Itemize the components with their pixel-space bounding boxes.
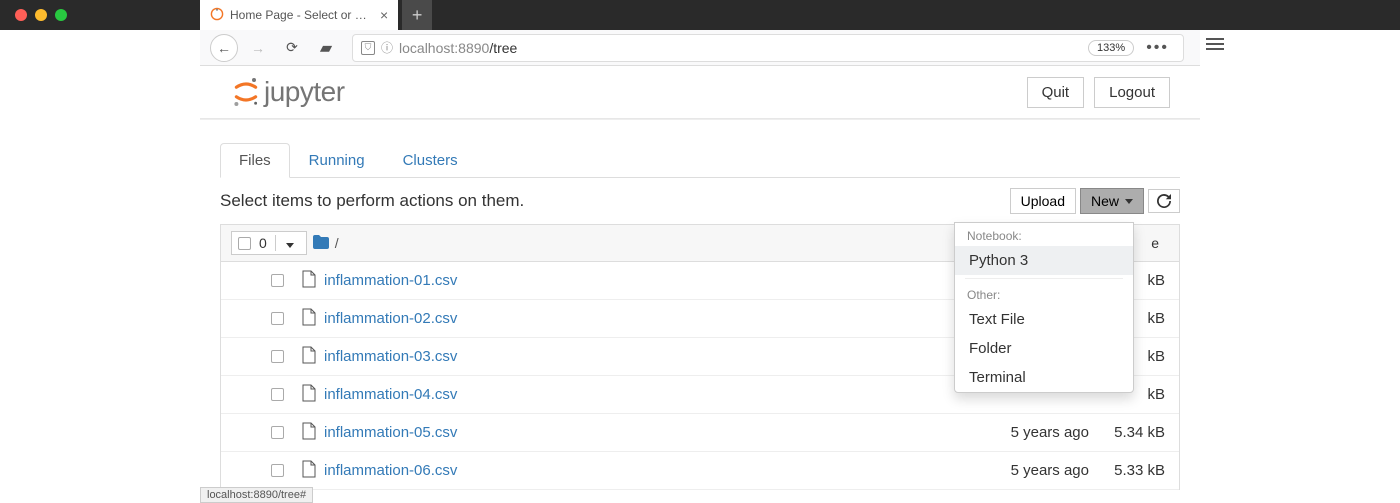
file-name-link[interactable]: inflammation-05.csv (324, 424, 969, 441)
back-button[interactable]: ← (210, 34, 238, 62)
file-icon (302, 308, 316, 329)
info-icon[interactable]: ⓘ (381, 39, 393, 56)
file-icon (302, 270, 316, 291)
jupyter-logo[interactable]: jupyter (230, 76, 345, 108)
address-bar[interactable]: ⛉ ⓘ localhost:8890/tree 133% ••• (352, 34, 1184, 62)
jupyter-favicon-icon (210, 7, 224, 24)
new-button[interactable]: New (1080, 188, 1144, 214)
jupyter-header: jupyter Quit Logout (200, 66, 1200, 119)
file-name-link[interactable]: inflammation-01.csv (324, 272, 969, 289)
file-size: 5.34 kB (1089, 424, 1169, 441)
new-button-label: New (1091, 193, 1119, 209)
jupyter-logo-text: jupyter (264, 76, 345, 108)
tab-files[interactable]: Files (220, 143, 290, 178)
folder-icon[interactable] (313, 235, 329, 252)
tab-running[interactable]: Running (290, 143, 384, 178)
select-all-control[interactable]: 0 (231, 231, 307, 255)
zoom-badge[interactable]: 133% (1088, 40, 1134, 56)
browser-tab[interactable]: Home Page - Select or create a × (200, 0, 398, 30)
row-checkbox[interactable] (271, 426, 284, 439)
tab-close-icon[interactable]: × (380, 7, 388, 23)
file-row[interactable]: inflammation-05.csv 5 years ago 5.34 kB (221, 414, 1179, 452)
select-all-checkbox[interactable] (238, 237, 251, 250)
browser-tabbar: Home Page - Select or create a × + (0, 0, 1400, 30)
file-icon (302, 422, 316, 443)
file-icon (302, 460, 316, 481)
file-name-link[interactable]: inflammation-04.csv (324, 386, 969, 403)
file-row[interactable]: inflammation-06.csv 5 years ago 5.33 kB (221, 452, 1179, 490)
row-checkbox[interactable] (271, 312, 284, 325)
row-checkbox[interactable] (271, 464, 284, 477)
new-textfile-item[interactable]: Text File (955, 305, 1133, 334)
close-window-icon[interactable] (15, 9, 27, 21)
new-dropdown-menu: Notebook: Python 3 Other: Text File Fold… (954, 222, 1134, 393)
reader-mode-icon[interactable]: ▰ (312, 34, 340, 62)
new-python3-item[interactable]: Python 3 (955, 246, 1133, 275)
reload-button[interactable]: ⟳ (278, 34, 306, 62)
tab-clusters[interactable]: Clusters (384, 143, 477, 178)
url-text: localhost:8890/tree (399, 40, 517, 56)
file-name-link[interactable]: inflammation-06.csv (324, 462, 969, 479)
prompt-text: Select items to perform actions on them. (220, 191, 524, 211)
breadcrumb-root[interactable]: / (335, 235, 339, 251)
row-checkbox[interactable] (271, 350, 284, 363)
file-icon (302, 384, 316, 405)
selected-count: 0 (259, 235, 267, 251)
row-checkbox[interactable] (271, 274, 284, 287)
action-row: Select items to perform actions on them.… (220, 178, 1180, 224)
menu-button[interactable] (1206, 38, 1224, 50)
logout-button[interactable]: Logout (1094, 77, 1170, 108)
select-dropdown-caret[interactable] (275, 235, 302, 251)
row-checkbox[interactable] (271, 388, 284, 401)
browser-toolbar: ← → ⟳ ▰ ⛉ ⓘ localhost:8890/tree 133% ••• (200, 30, 1200, 66)
file-icon (302, 346, 316, 367)
new-terminal-item[interactable]: Terminal (955, 363, 1133, 392)
jupyter-logo-icon (230, 76, 262, 108)
caret-down-icon (1125, 199, 1133, 204)
new-tab-button[interactable]: + (402, 0, 432, 30)
tab-title: Home Page - Select or create a (230, 8, 370, 22)
refresh-icon (1157, 194, 1171, 208)
page-actions-icon[interactable]: ••• (1140, 39, 1175, 57)
file-modified: 5 years ago (969, 462, 1089, 479)
dropdown-header-notebook: Notebook: (955, 223, 1133, 246)
file-modified: 5 years ago (969, 424, 1089, 441)
dropdown-header-other: Other: (955, 282, 1133, 305)
upload-button[interactable]: Upload (1010, 188, 1076, 214)
maximize-window-icon[interactable] (55, 9, 67, 21)
new-folder-item[interactable]: Folder (955, 334, 1133, 363)
status-bar: localhost:8890/tree# (200, 487, 313, 503)
file-name-link[interactable]: inflammation-02.csv (324, 310, 969, 327)
dropdown-divider (965, 278, 1123, 279)
file-size: 5.33 kB (1089, 462, 1169, 479)
quit-button[interactable]: Quit (1027, 77, 1085, 108)
minimize-window-icon[interactable] (35, 9, 47, 21)
forward-button[interactable]: → (244, 34, 272, 62)
dashboard-tabs: Files Running Clusters (220, 142, 1180, 178)
window-controls (0, 9, 200, 21)
file-name-link[interactable]: inflammation-03.csv (324, 348, 969, 365)
shield-icon: ⛉ (361, 41, 375, 55)
refresh-button[interactable] (1148, 189, 1180, 213)
